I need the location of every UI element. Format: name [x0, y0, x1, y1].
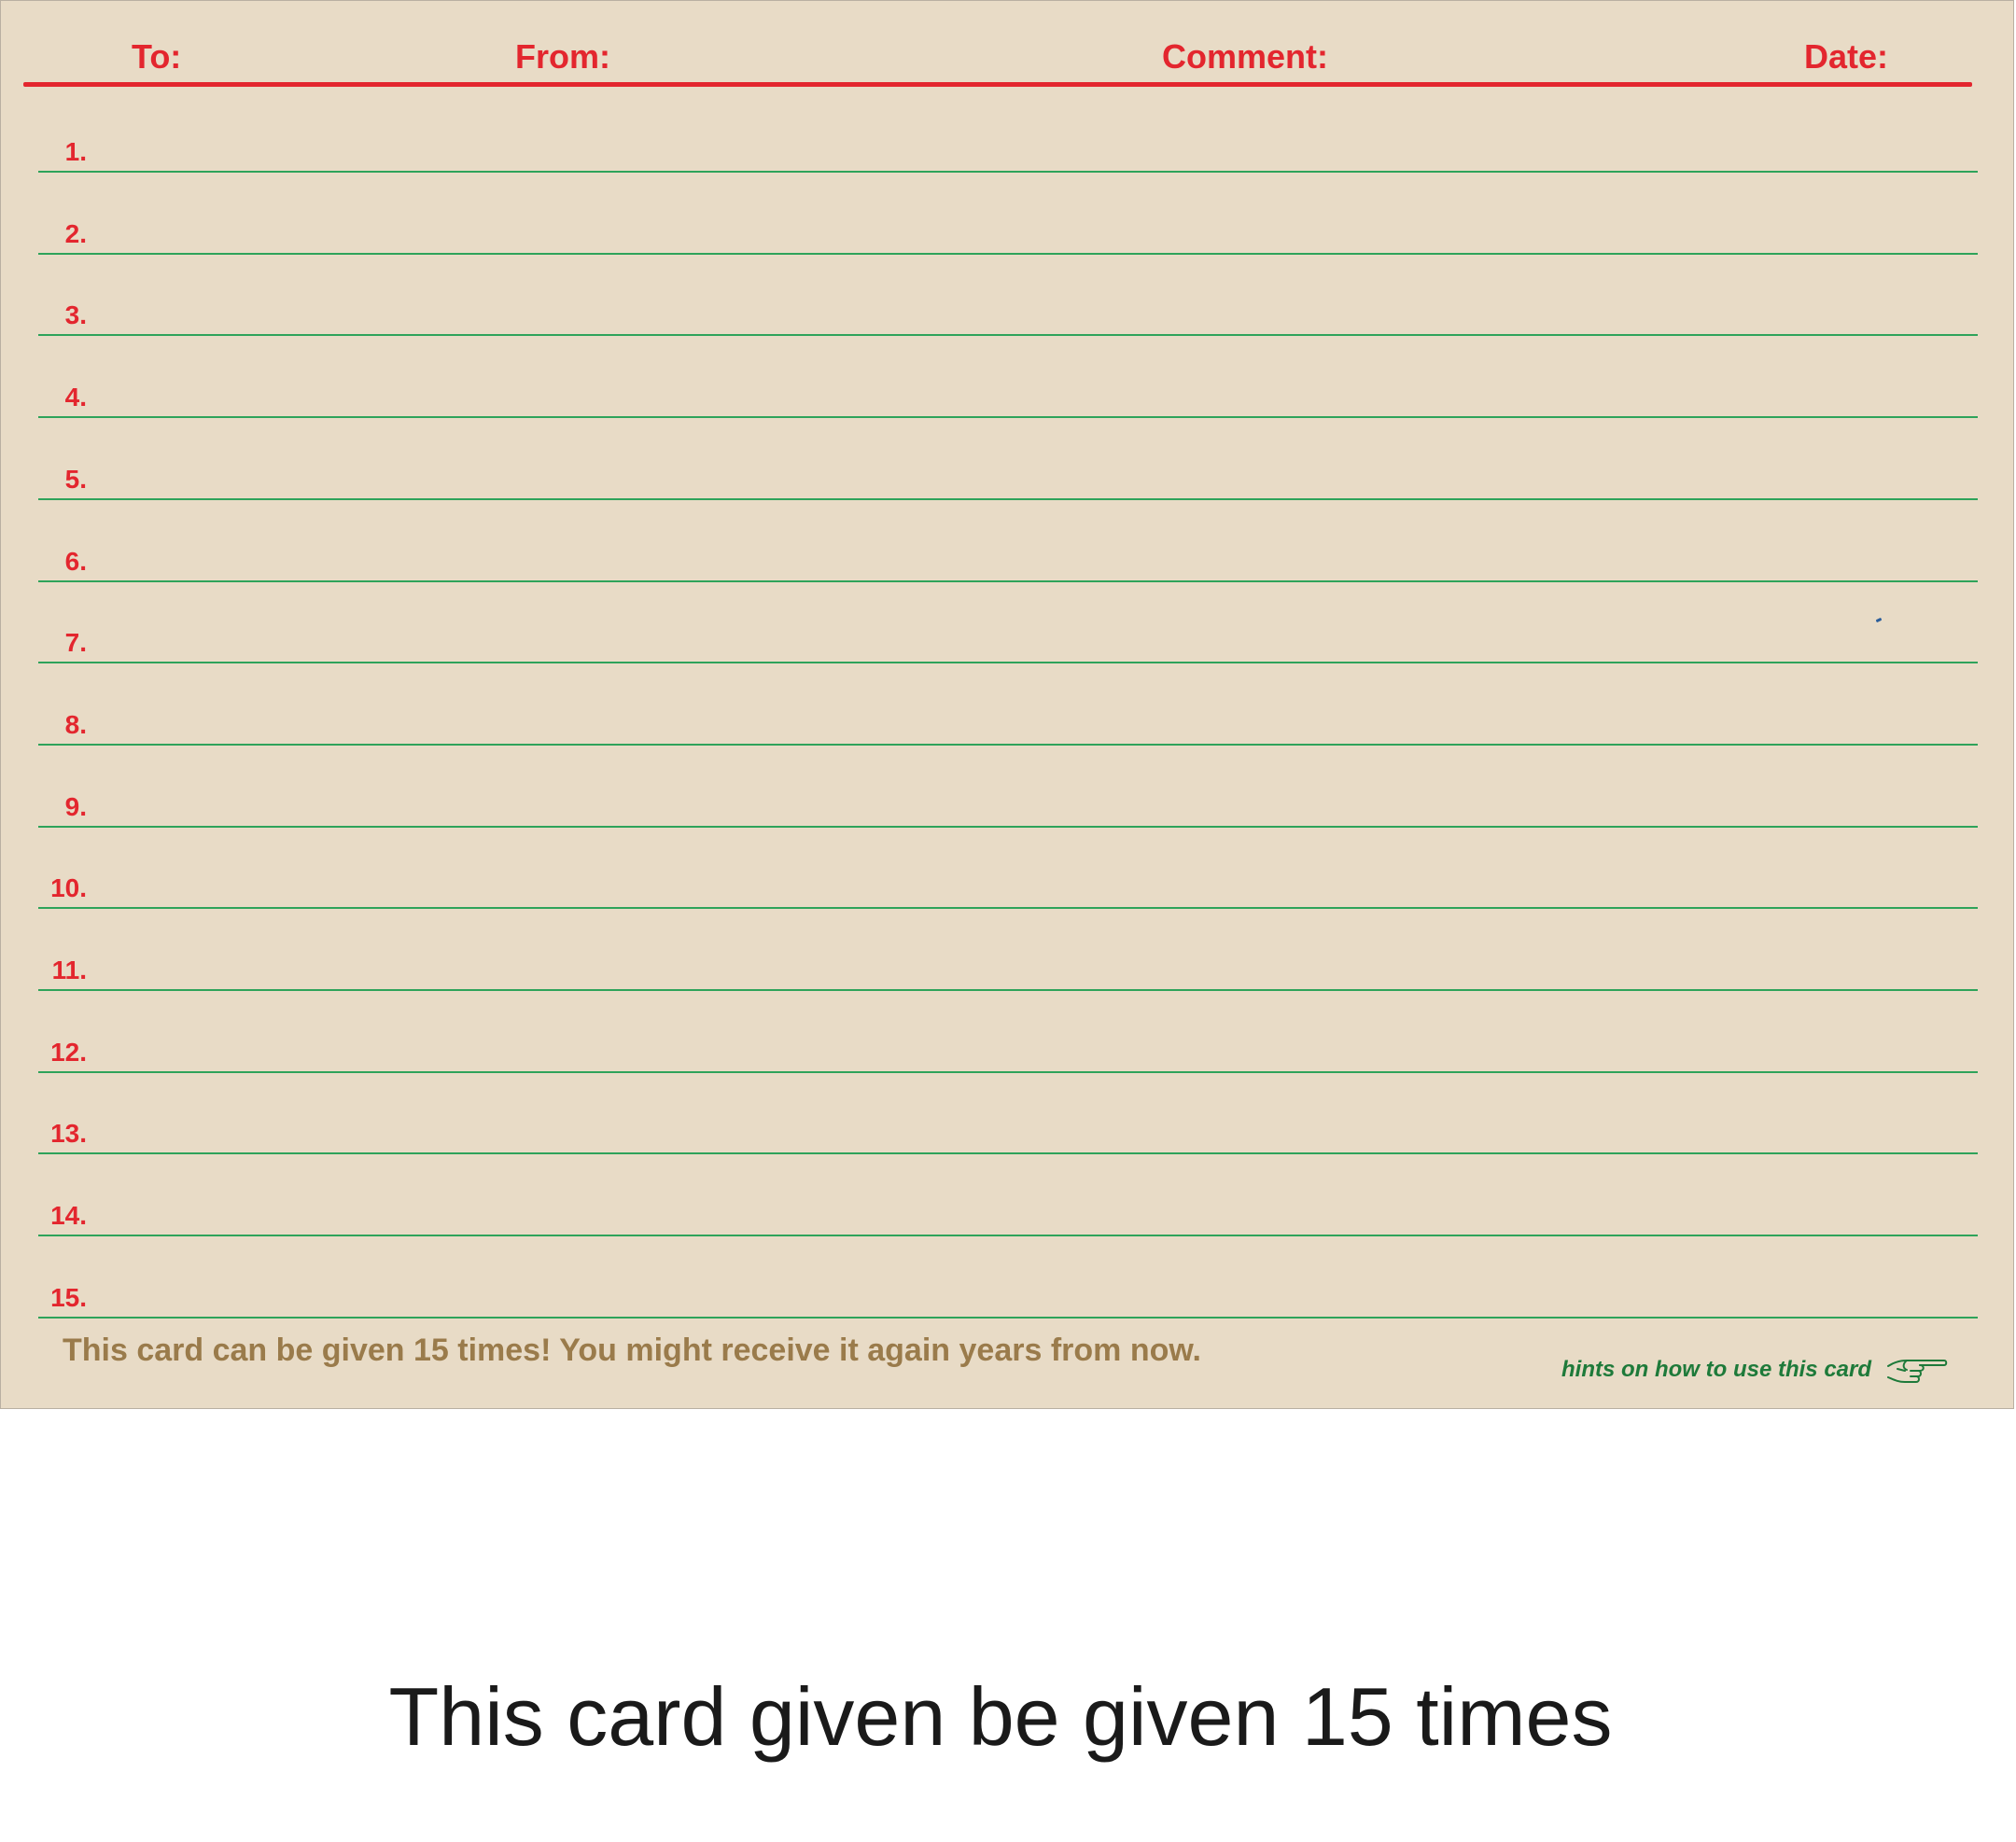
pointing-hand-icon	[1886, 1353, 1948, 1387]
row-number: 11.	[51, 956, 87, 984]
entry-row[interactable]: 8.	[38, 663, 1978, 746]
header-from: From:	[515, 37, 610, 76]
footer-note: This card can be given 15 times! You mig…	[63, 1333, 1201, 1368]
entry-row[interactable]: 14.	[38, 1154, 1978, 1237]
row-line	[38, 1316, 1978, 1319]
row-number: 1.	[64, 137, 87, 166]
row-number: 8.	[64, 709, 87, 739]
row-number: 4.	[64, 383, 87, 412]
entry-row[interactable]: 10.	[38, 827, 1978, 910]
entry-row[interactable]: 12.	[38, 991, 1978, 1073]
hints-label: hints on how to use this card	[1561, 1357, 1872, 1382]
header-date: Date:	[1804, 37, 1889, 76]
entry-row[interactable]: 3.	[38, 254, 1978, 337]
row-number: 9.	[64, 791, 87, 821]
row-number: 10.	[50, 873, 87, 903]
row-number: 13.	[50, 1119, 87, 1149]
row-number: 3.	[64, 300, 87, 330]
entry-row[interactable]: 1.	[38, 91, 1978, 173]
entry-row[interactable]: 2.	[38, 173, 1978, 255]
header-comment: Comment:	[1162, 37, 1328, 76]
row-number: 7.	[64, 628, 87, 658]
entry-row[interactable]: 4.	[38, 336, 1978, 419]
row-number: 2.	[64, 218, 87, 248]
row-number: 15.	[50, 1282, 87, 1312]
header-rule	[23, 82, 1972, 87]
hints-link[interactable]: hints on how to use this card	[1561, 1351, 1948, 1388]
row-number: 5.	[64, 464, 87, 494]
row-number: 12.	[50, 1037, 87, 1067]
entry-row[interactable]: 11.	[38, 909, 1978, 991]
entry-row[interactable]: 15.	[38, 1236, 1978, 1319]
header-to: To:	[132, 37, 182, 76]
entry-row[interactable]: 6.	[38, 500, 1978, 582]
row-number: 14.	[50, 1201, 87, 1231]
entry-row[interactable]: 7.	[38, 581, 1978, 664]
card: To: From: Comment: Date: 1. 2. 3. 4. 5. 6. 7. 8…	[0, 0, 2014, 1409]
entry-row[interactable]: 9.	[38, 746, 1978, 828]
entry-row[interactable]: 5.	[38, 418, 1978, 500]
caption: This card given be given 15 times	[388, 1670, 1613, 1763]
row-number: 6.	[64, 546, 87, 576]
entry-row[interactable]: 13.	[38, 1072, 1978, 1155]
